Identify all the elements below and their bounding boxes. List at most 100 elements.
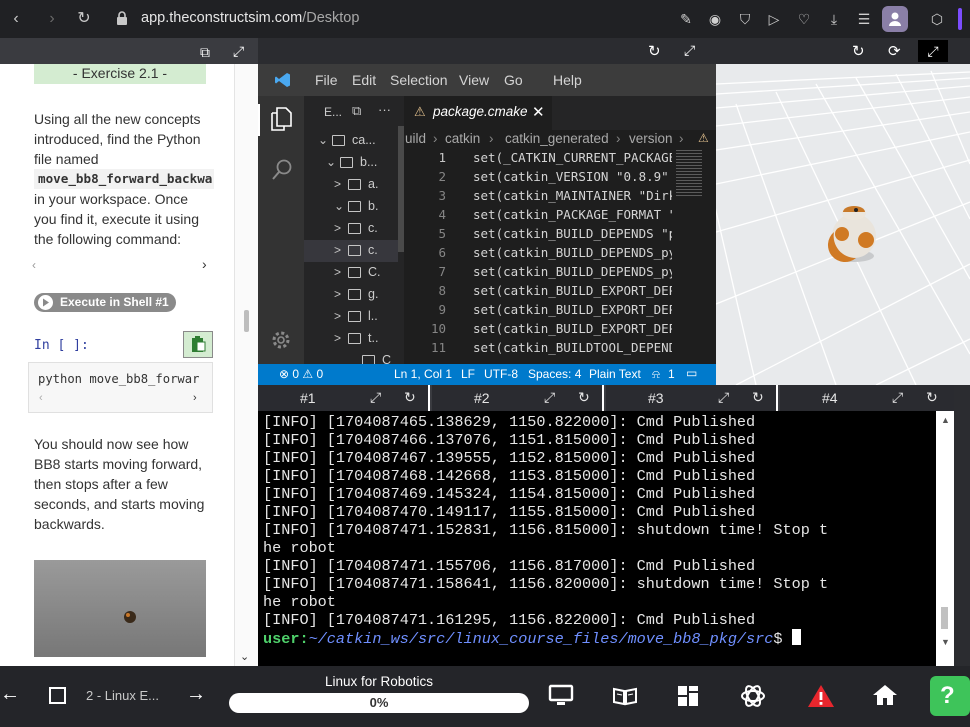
terminal-tab-1[interactable]: #1 ⤢ ↻ xyxy=(258,385,430,411)
menu-go[interactable]: Go xyxy=(504,72,523,88)
menu-help[interactable]: Help xyxy=(553,72,582,88)
notebook-icon[interactable] xyxy=(612,686,638,706)
gazebo-viewport[interactable] xyxy=(716,64,970,385)
gazebo-expand-icon[interactable]: ⤢ xyxy=(684,42,695,59)
settings-gear-icon[interactable] xyxy=(269,328,293,352)
terminal-tab-3[interactable]: #3 ⤢ ↻ xyxy=(606,385,778,411)
square-icon[interactable] xyxy=(49,687,66,704)
explorer-tree-item[interactable]: > t.. xyxy=(304,328,398,350)
line-number: 5 xyxy=(438,226,446,241)
terminal-output[interactable]: [INFO] [1704087465.138629, 1150.822000]:… xyxy=(258,411,954,666)
terminal-tab-4[interactable]: #4 ⤢ ↻ xyxy=(780,385,954,411)
tab4-reset-icon: ↻ xyxy=(926,389,938,405)
explorer-tree-item[interactable]: ⌄ b. xyxy=(304,196,398,218)
copy-button[interactable] xyxy=(183,331,213,358)
terminal-tab-2[interactable]: #2 ⤢ ↻ xyxy=(432,385,604,411)
explorer-tree-item[interactable]: > g. xyxy=(304,284,398,306)
line-number: 8 xyxy=(438,283,446,298)
terminal-line: [INFO] [1704087471.161295, 1156.822000]:… xyxy=(263,611,756,629)
menu-edit[interactable]: Edit xyxy=(352,72,376,88)
eol-indicator[interactable]: LF xyxy=(461,367,475,381)
problems-indicator[interactable]: ⊗ 0 ⚠ 0 xyxy=(279,367,323,381)
execute-in-shell-button[interactable]: Execute in Shell #1 xyxy=(34,293,176,312)
report-issue-icon[interactable] xyxy=(807,683,835,709)
files-icon[interactable] xyxy=(269,106,293,132)
address-bar[interactable]: app.theconstructsim.com/Desktop xyxy=(141,10,359,26)
explorer-tree-item[interactable]: > a. xyxy=(304,174,398,196)
minimap[interactable] xyxy=(676,150,702,198)
ground-grid xyxy=(716,70,970,385)
ai-assistant-icon[interactable] xyxy=(739,682,767,710)
reset-icon[interactable]: ↻ xyxy=(648,42,661,60)
explorer-tree-item[interactable]: > C. xyxy=(304,262,398,284)
explorer-tree-item[interactable]: > c. xyxy=(304,240,398,262)
line-number: 11 xyxy=(430,340,446,355)
layout-icon[interactable]: ▭ xyxy=(686,366,697,380)
forward-arrow-icon[interactable]: › xyxy=(42,9,62,29)
terminal-prompt: user:~/catkin_ws/src/linux_course_files/… xyxy=(263,629,954,648)
menu-view[interactable]: View xyxy=(459,72,489,88)
line-text: set(catkin_BUILD_DEPENDS "p xyxy=(473,226,672,241)
fullscreen-icon[interactable]: ⤢ xyxy=(918,40,948,62)
folder-icon xyxy=(348,223,361,234)
folder-icon xyxy=(348,245,361,256)
code-scroll-right-icon: › xyxy=(193,392,197,404)
shield-icon[interactable]: ⛉ xyxy=(737,11,753,27)
cube-icon[interactable]: ⬡ xyxy=(929,11,945,27)
edit-icon[interactable]: ✎ xyxy=(678,11,694,27)
encoding-indicator[interactable]: UTF-8 xyxy=(484,367,518,381)
scroll-right-icon[interactable]: › xyxy=(202,256,207,272)
folder-icon xyxy=(348,201,361,212)
menu-file[interactable]: File xyxy=(315,72,338,88)
prev-arrow-icon[interactable]: ← xyxy=(0,683,20,706)
download-icon[interactable]: ⤓ xyxy=(826,11,842,27)
bell-icon[interactable]: ⍾ xyxy=(652,367,660,382)
explorer-tree-item[interactable]: ⌄ ca... xyxy=(304,130,398,152)
dashboard-icon[interactable] xyxy=(677,685,699,707)
explorer-tree-item[interactable]: ⌄ b... xyxy=(304,152,398,174)
code-line: 3 set(catkin_MAINTAINER "Dirk xyxy=(404,188,672,207)
tab-package-cmake[interactable]: ⚠ package.cmake ✕ xyxy=(404,96,552,130)
back-arrow-icon[interactable]: ‹ xyxy=(6,9,26,29)
language-indicator[interactable]: Plain Text xyxy=(589,367,641,381)
open-external-icon[interactable]: ⧉ xyxy=(200,44,210,61)
close-tab-icon[interactable]: ✕ xyxy=(532,103,545,121)
terminal-scrollbar[interactable]: ▲ ▼ xyxy=(936,411,954,666)
home-icon[interactable] xyxy=(872,684,898,706)
reload-icon[interactable]: ↻ xyxy=(74,9,94,29)
expand-icon[interactable]: ⤢ xyxy=(233,43,244,60)
search-icon[interactable] xyxy=(270,158,294,182)
code-cell[interactable]: python move_bb8_forwar ‹ › xyxy=(28,362,213,413)
profile-button[interactable] xyxy=(882,6,908,32)
terminal-line: [INFO] [1704087465.138629, 1150.822000]:… xyxy=(263,413,756,431)
notebook-scrollbar[interactable]: ⌄ xyxy=(234,64,258,666)
scroll-left-icon[interactable]: ‹ xyxy=(32,258,36,272)
more-actions-icon[interactable]: ··· xyxy=(378,102,391,117)
gazebo-reset-icon[interactable]: ↻ xyxy=(852,42,865,60)
progress-text: 0% xyxy=(369,695,389,710)
menu-lines-icon[interactable]: ☰ xyxy=(856,11,872,27)
explorer-tree-item[interactable]: > l.. xyxy=(304,306,398,328)
camera-icon[interactable]: ◉ xyxy=(707,11,723,27)
folder-icon xyxy=(332,135,345,146)
code-editor[interactable]: 1 set(_CATKIN_CURRENT_PACKAGE 2 set(catkin_… xyxy=(404,150,716,364)
tab2-reset-icon: ↻ xyxy=(578,389,590,405)
menu-selection[interactable]: Selection xyxy=(390,72,448,88)
folder-icon xyxy=(348,333,361,344)
explorer-tree-item[interactable]: > c. xyxy=(304,218,398,240)
explorer-item-label: C. xyxy=(368,265,381,279)
new-file-icon[interactable]: ⧉ xyxy=(352,103,361,119)
unit-label[interactable]: 2 - Linux E... xyxy=(86,688,159,703)
gazebo-refresh-icon[interactable]: ⟳ xyxy=(888,42,901,60)
next-arrow-icon[interactable]: → xyxy=(186,683,206,706)
indent-indicator[interactable]: Spaces: 4 xyxy=(528,367,581,381)
desktop-icon[interactable] xyxy=(548,684,574,708)
explorer-sidebar: E... ⧉ ··· ⌄ ca... ⌄ b... > a. ⌄ b. > c. > c. > C. > g.… xyxy=(304,96,404,367)
code-line: 2 set(catkin_VERSION "0.8.9" xyxy=(404,169,672,188)
send-icon[interactable]: ▷ xyxy=(766,11,782,27)
heart-icon[interactable]: ♡ xyxy=(796,11,812,27)
terminal-line: [INFO] [1704087470.149117, 1155.815000]:… xyxy=(263,503,756,521)
help-button[interactable]: ? xyxy=(930,676,970,716)
cursor-position[interactable]: Ln 1, Col 1 xyxy=(394,367,452,381)
tab2-expand-icon: ⤢ xyxy=(544,389,556,405)
